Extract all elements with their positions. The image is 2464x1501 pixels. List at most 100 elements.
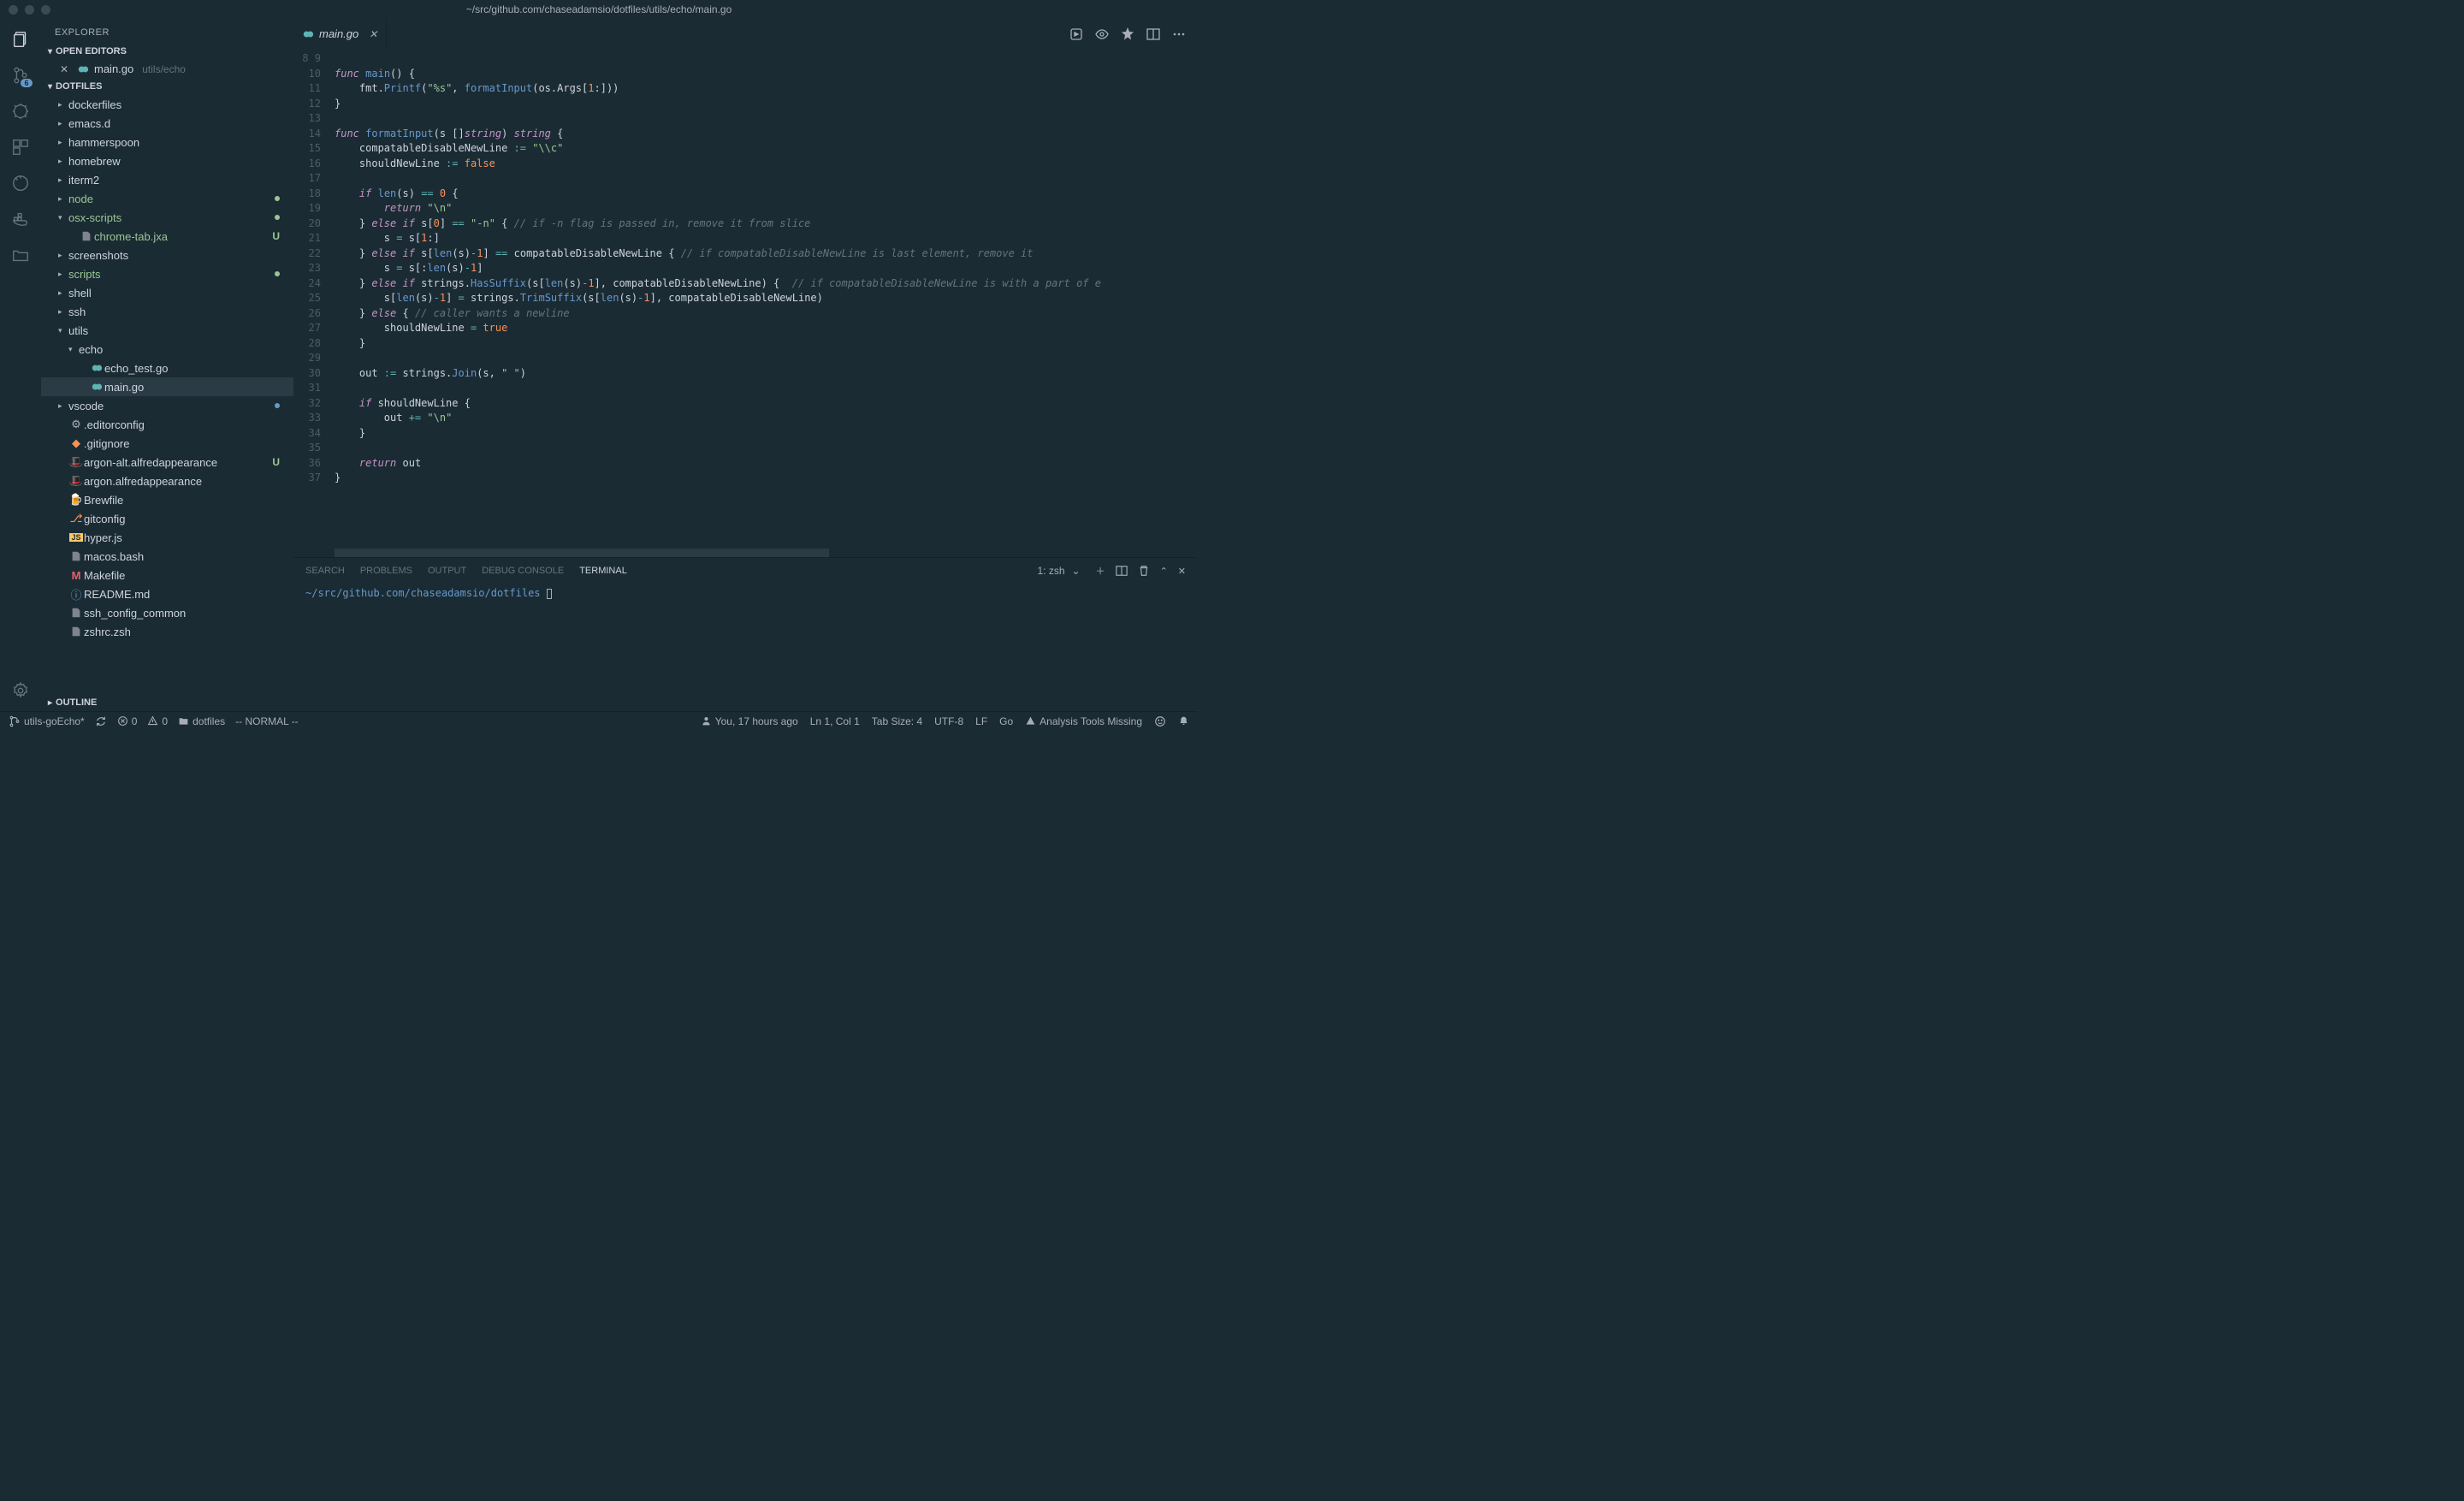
activity-bar: 6 [0,19,41,711]
tree-item[interactable]: MMakefile [41,566,293,584]
encoding[interactable]: UTF-8 [934,715,963,727]
chevron-down-icon: ▾ [48,82,52,92]
tab-size[interactable]: Tab Size: 4 [872,715,922,727]
tree-item[interactable]: ▸scripts [41,264,293,283]
tree-item[interactable]: ▾utils [41,321,293,340]
git-blame[interactable]: You, 17 hours ago [701,715,798,727]
tree-item-label: chrome-tab.jxa [94,230,272,243]
tree-item[interactable]: ▸emacs.d [41,114,293,133]
kill-terminal-icon[interactable] [1138,565,1150,577]
minimize-window-button[interactable] [25,5,34,15]
split-terminal-icon[interactable] [1116,565,1128,577]
language-mode[interactable]: Go [999,715,1013,727]
cursor-position[interactable]: Ln 1, Col 1 [810,715,860,727]
outline-header[interactable]: ▸ OUTLINE [41,694,293,711]
code-area[interactable]: func main() { fmt.Printf("%s", formatInp… [335,49,1198,549]
chevron-down-icon: ▾ [48,47,52,56]
settings-gear-icon[interactable] [10,680,31,701]
tree-item[interactable]: 🍺Brewfile [41,490,293,509]
open-editors-header[interactable]: ▾ OPEN EDITORS [41,43,293,60]
workspace-header[interactable]: ▾ DOTFILES [41,78,293,95]
chevron-icon: ▾ [68,345,79,354]
feedback-icon[interactable] [1154,715,1166,727]
statusbar: utils-goEcho* 0 0 dotfiles -- NORMAL -- … [0,711,1198,730]
tree-item[interactable]: zshrc.zsh [41,622,293,641]
file-icon [68,626,84,638]
open-editor-item[interactable]: ✕ main.go utils/echo [41,60,293,78]
minimap[interactable] [1100,52,1194,155]
project-icon[interactable] [10,245,31,265]
panel-tab-debug[interactable]: DEBUG CONSOLE [482,566,564,576]
terminal[interactable]: ~/src/github.com/chaseadamsio/dotfiles [293,584,1198,711]
tree-item[interactable]: ▸shell [41,283,293,302]
tree-item[interactable]: ▸iterm2 [41,170,293,189]
docker-icon[interactable] [10,209,31,229]
sync-button[interactable] [95,715,107,727]
tree-item[interactable]: macos.bash [41,547,293,566]
chevron-icon: ▸ [58,288,68,298]
tree-item[interactable]: ⎇gitconfig [41,509,293,528]
tree-item[interactable]: JShyper.js [41,528,293,547]
close-window-button[interactable] [9,5,18,15]
zoom-window-button[interactable] [41,5,50,15]
tree-item-label: main.go [104,381,287,394]
tree-item[interactable]: ▸vscode [41,396,293,415]
tree-item[interactable]: ▸hammerspoon [41,133,293,151]
folder-indicator[interactable]: dotfiles [178,715,225,727]
horizontal-scrollbar[interactable] [335,549,1095,557]
editor-actions [1069,27,1198,41]
git-branch[interactable]: utils-goEcho* [9,715,85,727]
close-panel-icon[interactable]: ✕ [1178,566,1186,577]
notifications-icon[interactable] [1178,715,1189,727]
more-actions-icon[interactable] [1172,27,1186,41]
split-editor-icon[interactable] [1146,27,1160,41]
maximize-panel-icon[interactable]: ⌃ [1160,566,1168,577]
warnings-count[interactable]: 0 [147,715,168,727]
panel-tab-terminal[interactable]: TERMINAL [579,566,627,576]
tree-item-label: iterm2 [68,174,287,187]
tree-item[interactable]: ▸screenshots [41,246,293,264]
panel-tab-problems[interactable]: PROBLEMS [360,566,412,576]
analysis-warning[interactable]: Analysis Tools Missing [1025,715,1142,727]
close-icon[interactable]: ✕ [60,63,72,75]
tree-item[interactable]: ▸homebrew [41,151,293,170]
eol[interactable]: LF [975,715,987,727]
terminal-selector[interactable]: 1: zsh ⌄ [1037,565,1080,577]
tree-item[interactable]: ▸node [41,189,293,208]
tree-item[interactable]: 🎩argon.alfredappearance [41,472,293,490]
explorer-icon[interactable] [10,29,31,50]
tree-item[interactable]: ▾echo [41,340,293,359]
tree-item[interactable]: ▾osx-scripts [41,208,293,227]
tree-item[interactable]: echo_test.go [41,359,293,377]
tree-item[interactable]: ssh_config_common [41,603,293,622]
tab-main-go[interactable]: main.go ✕ [293,19,387,49]
window-controls [9,5,50,15]
errors-count[interactable]: 0 [117,715,138,727]
tree-item[interactable]: 🎩argon-alt.alfredappearanceU [41,453,293,472]
tree-item[interactable]: ▸dockerfiles [41,95,293,114]
tree-item-label: zshrc.zsh [84,626,287,638]
panel-tab-search[interactable]: SEARCH [305,566,345,576]
tree-item[interactable]: ◆.gitignore [41,434,293,453]
fill-struct-icon[interactable] [1121,27,1134,41]
extensions-icon[interactable] [10,137,31,157]
tree-item-label: echo [79,343,287,356]
tree-item[interactable]: ▸ssh [41,302,293,321]
cursor [547,589,552,599]
run-icon[interactable] [10,173,31,193]
tree-item[interactable]: chrome-tab.jxaU [41,227,293,246]
scrollbar-thumb[interactable] [335,549,829,557]
tree-item-label: .editorconfig [84,418,287,431]
new-terminal-icon[interactable]: ＋ [1096,564,1105,578]
tree-item[interactable]: main.go [41,377,293,396]
editor-body[interactable]: 8 9 10 11 12 13 14 15 16 17 18 19 20 21 … [293,49,1198,549]
preview-icon[interactable] [1095,27,1109,41]
panel-tab-output[interactable]: OUTPUT [428,566,466,576]
tree-item[interactable]: ⚙.editorconfig [41,415,293,434]
debug-icon[interactable] [10,101,31,122]
go-to-symbol-icon[interactable] [1069,27,1083,41]
close-tab-icon[interactable]: ✕ [369,28,377,40]
scm-icon[interactable]: 6 [10,65,31,86]
tree-item[interactable]: ⓘREADME.md [41,584,293,603]
file-icon: ◆ [68,436,84,450]
